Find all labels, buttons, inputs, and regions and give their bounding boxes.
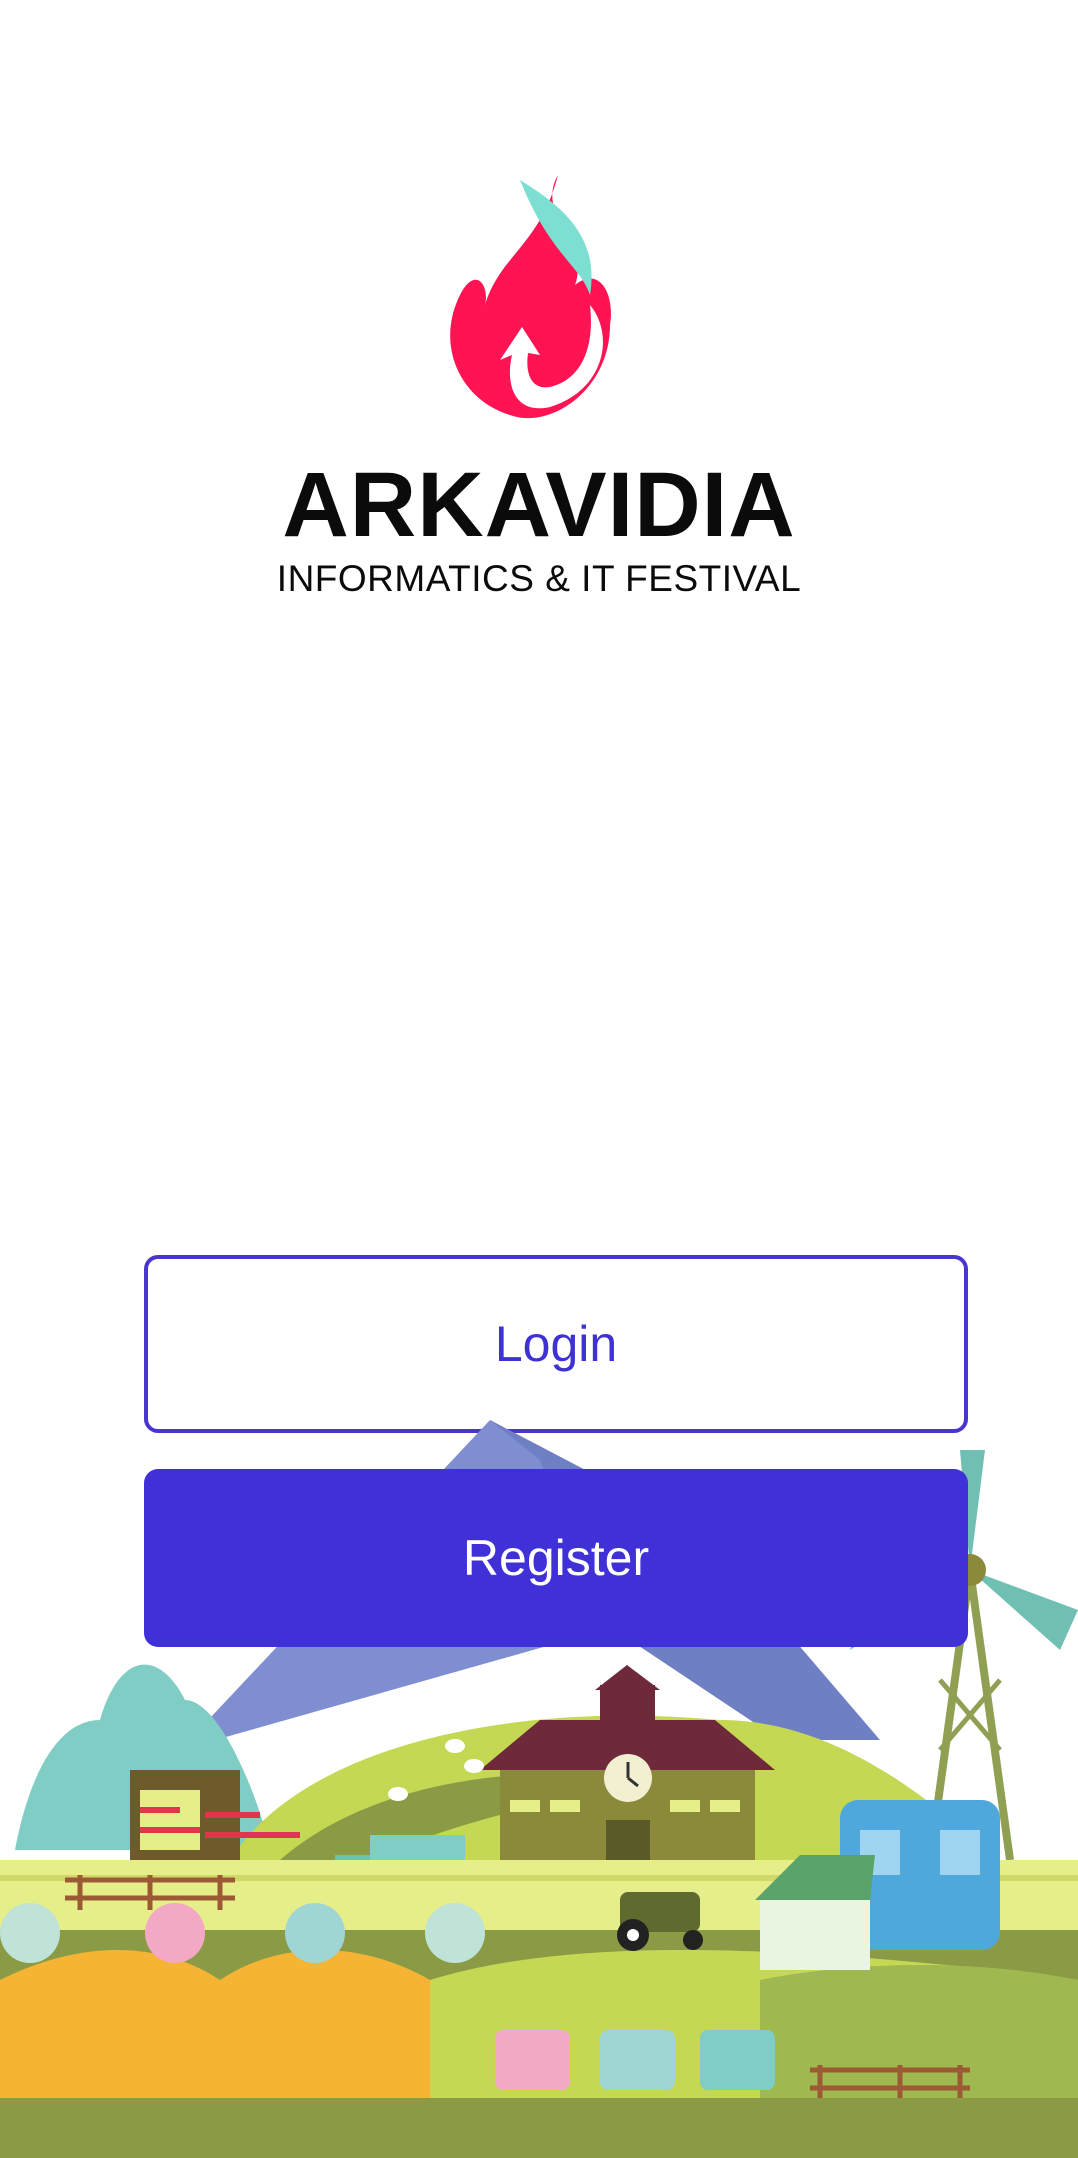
login-button[interactable]: Login xyxy=(144,1255,968,1433)
login-button-label: Login xyxy=(494,1316,618,1372)
app-subtitle: INFORMATICS & IT FESTIVAL xyxy=(276,558,802,599)
app-title: ARKAVIDIA xyxy=(282,454,796,556)
register-button[interactable]: Register xyxy=(144,1469,968,1647)
register-button-label: Register xyxy=(462,1530,650,1586)
arkavidia-flame-logo xyxy=(450,175,611,419)
